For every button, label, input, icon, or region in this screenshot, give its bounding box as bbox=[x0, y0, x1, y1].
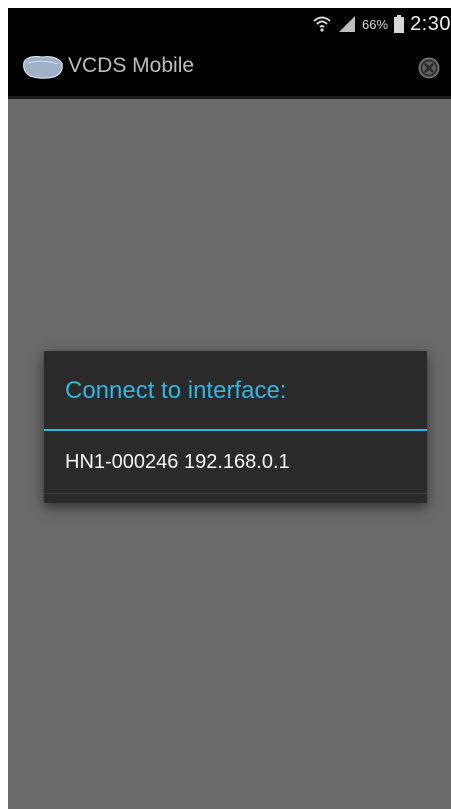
signal-icon bbox=[339, 16, 356, 32]
vcds-logo-icon bbox=[23, 56, 63, 79]
status-bar: 66% 2:30 bbox=[8, 8, 451, 40]
battery-icon bbox=[394, 15, 405, 33]
list-divider bbox=[44, 493, 427, 494]
interface-list-item[interactable]: HN1-000246 192.168.0.1 bbox=[44, 431, 427, 493]
clock: 2:30 bbox=[410, 12, 451, 35]
interface-list-item-label: HN1-000246 192.168.0.1 bbox=[65, 451, 290, 473]
action-bar: VCDS Mobile bbox=[8, 40, 451, 99]
app-title: VCDS Mobile bbox=[68, 54, 195, 77]
close-icon[interactable] bbox=[417, 56, 441, 80]
dialog-title: Connect to interface: bbox=[65, 377, 287, 404]
phone-screen: 66% 2:30 VCDS Mobile Connect to interfac… bbox=[8, 8, 451, 809]
status-icons: 66% 2:30 bbox=[312, 8, 451, 40]
battery-percentage: 66% bbox=[362, 16, 389, 32]
wifi-icon bbox=[313, 16, 331, 32]
connect-dialog: Connect to interface: HN1-000246 192.168… bbox=[44, 351, 427, 503]
